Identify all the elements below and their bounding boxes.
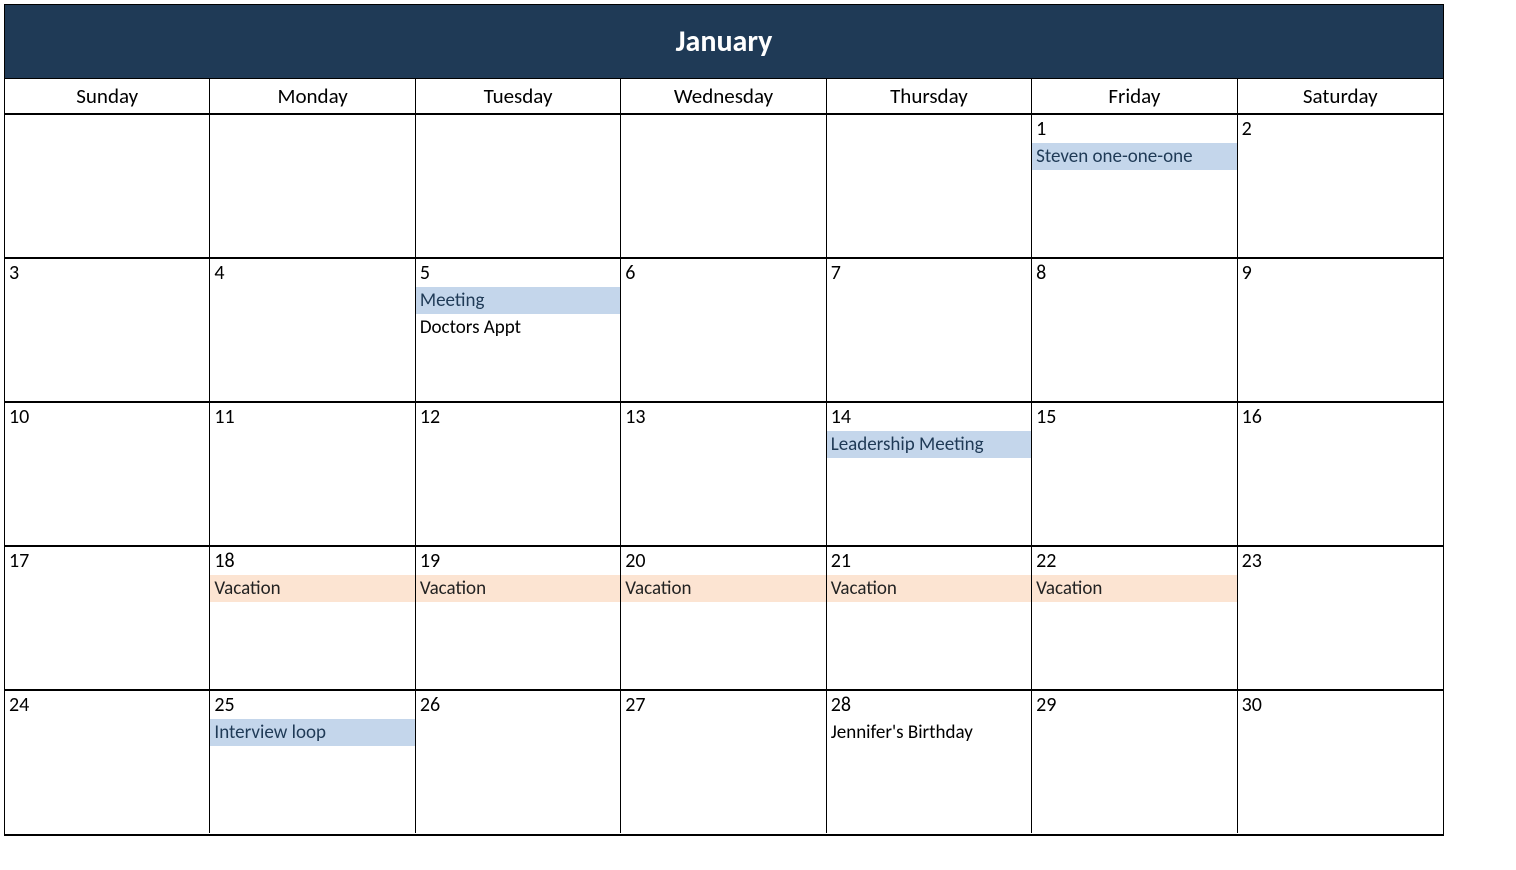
day-header-monday: Monday [210,79,415,115]
calendar-event[interactable]: Vacation [827,575,1031,602]
day-number: 16 [1238,403,1443,431]
calendar-day-cell[interactable]: 23 [1238,547,1443,689]
calendar-day-cell[interactable]: 19Vacation [416,547,621,689]
calendar-day-cell[interactable]: 1Steven one-one-one [1032,115,1237,257]
calendar-day-cell[interactable] [416,115,621,257]
day-number: 13 [621,403,825,431]
calendar-event[interactable]: Doctors Appt [416,314,620,341]
day-number: 5 [416,259,620,287]
day-number: 29 [1032,691,1236,719]
calendar-day-cell[interactable]: 2 [1238,115,1443,257]
day-header-sunday: Sunday [5,79,210,115]
day-number: 19 [416,547,620,575]
calendar-event[interactable]: Interview loop [210,719,414,746]
calendar-day-cell[interactable]: 22Vacation [1032,547,1237,689]
day-number: 15 [1032,403,1236,431]
calendar-day-cell[interactable]: 30 [1238,691,1443,833]
day-number: 21 [827,547,1031,575]
day-number: 24 [5,691,209,719]
calendar-grid: 1Steven one-one-one2345MeetingDoctors Ap… [5,115,1443,835]
day-number: 30 [1238,691,1443,719]
calendar-day-cell[interactable]: 9 [1238,259,1443,401]
calendar-event[interactable]: Vacation [621,575,825,602]
calendar-day-cell[interactable]: 3 [5,259,210,401]
calendar-day-cell[interactable]: 11 [210,403,415,545]
calendar-day-cell[interactable]: 18Vacation [210,547,415,689]
calendar-week: 1Steven one-one-one2 [5,115,1443,259]
calendar-day-cell[interactable]: 8 [1032,259,1237,401]
day-number: 23 [1238,547,1443,575]
day-number: 2 [1238,115,1443,143]
calendar-day-cell[interactable]: 21Vacation [827,547,1032,689]
day-number: 6 [621,259,825,287]
day-number: 28 [827,691,1031,719]
calendar-week: 1011121314Leadership Meeting1516 [5,403,1443,547]
calendar-day-cell[interactable]: 27 [621,691,826,833]
day-number: 10 [5,403,209,431]
calendar-day-cell[interactable]: 15 [1032,403,1237,545]
calendar-day-cell[interactable]: 25Interview loop [210,691,415,833]
calendar-day-cell[interactable]: 24 [5,691,210,833]
calendar-day-cell[interactable]: 5MeetingDoctors Appt [416,259,621,401]
day-number: 9 [1238,259,1443,287]
calendar-day-cell[interactable]: 4 [210,259,415,401]
day-number: 3 [5,259,209,287]
calendar-day-cell[interactable]: 20Vacation [621,547,826,689]
day-number: 20 [621,547,825,575]
month-title: January [5,5,1443,79]
day-number: 25 [210,691,414,719]
day-number: 11 [210,403,414,431]
calendar: January Sunday Monday Tuesday Wednesday … [4,4,1444,836]
day-number: 18 [210,547,414,575]
calendar-week: 1718Vacation19Vacation20Vacation21Vacati… [5,547,1443,691]
calendar-day-cell[interactable] [5,115,210,257]
calendar-event[interactable]: Vacation [210,575,414,602]
calendar-event[interactable]: Leadership Meeting [827,431,1031,458]
calendar-event[interactable]: Vacation [416,575,620,602]
calendar-day-cell[interactable]: 13 [621,403,826,545]
day-number: 14 [827,403,1031,431]
calendar-day-cell[interactable]: 12 [416,403,621,545]
calendar-event[interactable]: Meeting [416,287,620,314]
calendar-event[interactable]: Steven one-one-one [1032,143,1236,170]
day-header-friday: Friday [1032,79,1237,115]
day-number: 26 [416,691,620,719]
calendar-event[interactable]: Jennifer's Birthday [827,719,1031,746]
calendar-day-cell[interactable] [210,115,415,257]
day-header-thursday: Thursday [827,79,1032,115]
day-number: 27 [621,691,825,719]
day-headers-row: Sunday Monday Tuesday Wednesday Thursday… [5,79,1443,115]
day-header-saturday: Saturday [1238,79,1443,115]
day-number: 17 [5,547,209,575]
calendar-day-cell[interactable] [621,115,826,257]
calendar-day-cell[interactable]: 17 [5,547,210,689]
calendar-week: 345MeetingDoctors Appt6789 [5,259,1443,403]
calendar-day-cell[interactable]: 7 [827,259,1032,401]
calendar-day-cell[interactable]: 16 [1238,403,1443,545]
calendar-day-cell[interactable]: 6 [621,259,826,401]
calendar-day-cell[interactable]: 14Leadership Meeting [827,403,1032,545]
calendar-day-cell[interactable] [827,115,1032,257]
day-number: 22 [1032,547,1236,575]
day-number: 12 [416,403,620,431]
calendar-day-cell[interactable]: 10 [5,403,210,545]
calendar-day-cell[interactable]: 28Jennifer's Birthday [827,691,1032,833]
day-number: 8 [1032,259,1236,287]
day-number: 1 [1032,115,1236,143]
calendar-event[interactable]: Vacation [1032,575,1236,602]
calendar-day-cell[interactable]: 26 [416,691,621,833]
day-number: 7 [827,259,1031,287]
calendar-week: 2425Interview loop262728Jennifer's Birth… [5,691,1443,835]
day-header-tuesday: Tuesday [416,79,621,115]
calendar-day-cell[interactable]: 29 [1032,691,1237,833]
day-number: 4 [210,259,414,287]
day-header-wednesday: Wednesday [621,79,826,115]
